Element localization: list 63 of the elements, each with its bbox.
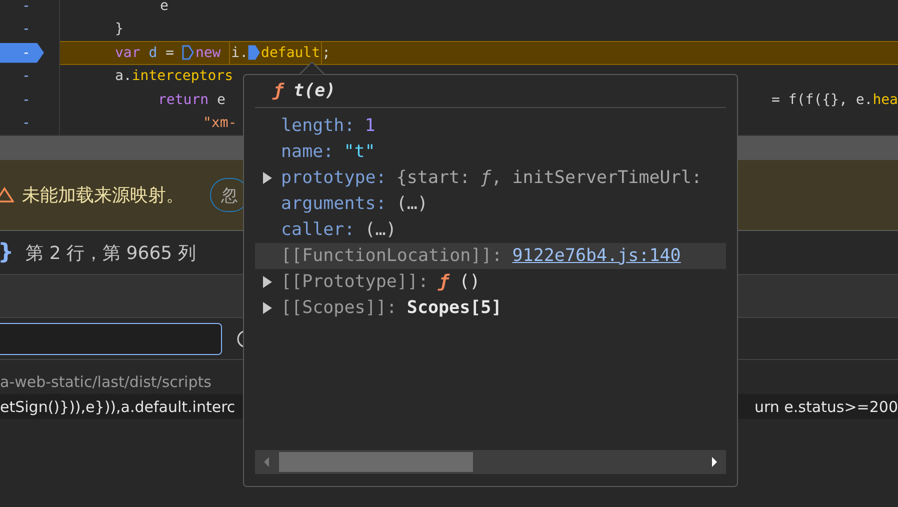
function-symbol: ƒ <box>273 81 284 101</box>
property-value: {start: ƒ, initServerTimeUrl: <box>396 168 702 188</box>
line-marker[interactable]: - <box>22 68 30 84</box>
property-value: (…) <box>396 194 428 214</box>
property-row[interactable]: [[Prototype]]: ƒ () <box>255 269 726 295</box>
property-key: [[Scopes]]: <box>281 298 397 318</box>
property-value: Scopes[5] <box>406 298 502 318</box>
code-token: return <box>158 92 210 108</box>
function-signature: t(e) <box>294 81 336 101</box>
code-token: default <box>261 44 320 61</box>
property-key: [[Prototype]]: <box>281 272 429 292</box>
property-row[interactable]: length: 1 <box>255 113 726 139</box>
source-link[interactable]: 9122e76b4.js:140 <box>512 246 681 266</box>
line-marker[interactable]: - <box>22 21 30 38</box>
search-field[interactable] <box>0 322 222 354</box>
property-row[interactable]: prototype: {start: ƒ, initServerTimeUrl: <box>255 165 726 191</box>
function-symbol: ƒ <box>438 272 450 292</box>
line-marker[interactable]: - <box>22 115 30 132</box>
code-token: i. <box>231 44 248 61</box>
pause-location-icon[interactable] <box>182 45 194 60</box>
property-row[interactable]: name: "t" <box>255 139 726 165</box>
property-value: () <box>459 272 480 292</box>
property-row[interactable]: caller: (…) <box>255 217 726 243</box>
code-token: e <box>160 0 168 14</box>
warning-message: 未能加载来源映射。 <box>22 184 184 207</box>
cursor-position: 第 2 行，第 9665 列 <box>26 242 196 264</box>
breakpoint-marker[interactable]: - <box>0 42 44 63</box>
match-text: urn e.status>=200 <box>754 398 898 416</box>
code-token: } <box>115 21 124 38</box>
code-token: e <box>217 92 226 108</box>
pretty-print-icon[interactable]: } <box>0 240 14 265</box>
property-value: (…) <box>364 220 396 240</box>
property-key: length: <box>281 116 355 136</box>
expand-triangle-icon[interactable] <box>263 302 272 314</box>
expand-triangle-icon[interactable] <box>263 172 272 184</box>
property-key: caller: <box>281 220 355 240</box>
match-text: etSign()})),e})),a.default.interc <box>0 398 236 416</box>
property-value: "t" <box>344 142 376 162</box>
scrollbar-thumb[interactable] <box>279 452 473 472</box>
line-marker[interactable]: - <box>22 92 30 108</box>
property-row[interactable]: arguments: (…) <box>255 191 726 217</box>
pause-marker-icon[interactable] <box>248 45 260 60</box>
code-token: hea <box>872 92 898 108</box>
code-token: new <box>195 44 222 61</box>
code-token: ; <box>322 44 330 61</box>
horizontal-scrollbar[interactable] <box>255 450 726 474</box>
code-token: interceptors <box>132 68 234 84</box>
property-value: 1 <box>364 116 376 136</box>
code-token: "xm- <box>203 115 237 132</box>
code-token: = f(f({}, e. <box>772 92 873 108</box>
property-key: name: <box>281 142 334 162</box>
code-token: d <box>148 44 158 61</box>
property-row[interactable]: [[FunctionLocation]]: 9122e76b4.js:140 <box>255 243 726 269</box>
property-row[interactable]: [[Scopes]]: Scopes[5] <box>255 295 726 321</box>
property-key: [[FunctionLocation]]: <box>281 246 502 266</box>
code-token: = <box>164 44 176 61</box>
property-key: arguments: <box>281 194 386 214</box>
property-key: prototype: <box>281 168 386 188</box>
expand-triangle-icon[interactable] <box>263 276 272 288</box>
warning-icon <box>0 187 14 203</box>
code-token: a. <box>115 68 132 84</box>
code-token: var <box>115 44 142 61</box>
line-marker[interactable]: - <box>22 0 30 14</box>
